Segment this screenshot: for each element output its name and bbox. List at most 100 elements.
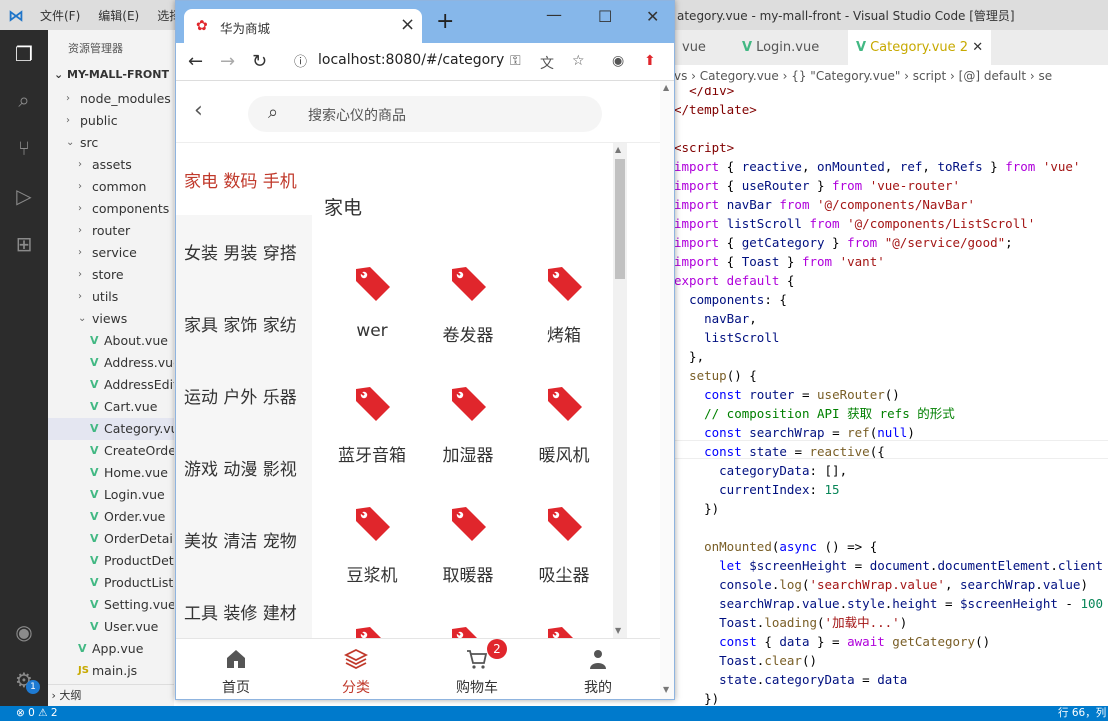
tree-item[interactable]: V Address.vue: [48, 352, 174, 374]
bottom-tab-bar: 首页 分类 2 购物车 我的: [176, 638, 674, 699]
outline-section[interactable]: › 大纲: [48, 684, 174, 706]
tree-item[interactable]: › node_modules: [48, 88, 174, 110]
tree-item[interactable]: › router: [48, 220, 174, 242]
tree-item[interactable]: V CreateOrder.vue: [48, 440, 174, 462]
tab-user[interactable]: 我的: [538, 639, 658, 699]
address-bar[interactable]: localhost:8080/#/category: [318, 52, 504, 68]
tree-item[interactable]: › utils: [48, 286, 174, 308]
tree-item-label: assets: [92, 157, 132, 172]
search-input[interactable]: ⌕ 搜索心仪的商品: [248, 96, 602, 132]
page-scrollbar[interactable]: ▲ ▼: [660, 81, 674, 699]
tree-item[interactable]: V User.vue: [48, 616, 174, 638]
code-editor[interactable]: </div> </template> <script> import { rea…: [674, 87, 1108, 706]
product-item[interactable]: 加湿器: [420, 373, 516, 483]
source-control-icon[interactable]: ⑂: [10, 134, 38, 162]
tree-item[interactable]: V App.vue: [48, 638, 174, 660]
category-item[interactable]: 工具 装修 建材: [176, 575, 312, 647]
category-item[interactable]: 家具 家饰 家纺: [176, 287, 312, 359]
tree-item[interactable]: V ProductList.vue: [48, 572, 174, 594]
search-icon[interactable]: ⌕: [10, 86, 38, 114]
product-item-partial[interactable]: [324, 613, 420, 638]
tab-partial-vue[interactable]: vue: [674, 30, 714, 65]
tree-item[interactable]: ⌄ views: [48, 308, 174, 330]
profile-icon[interactable]: ◉: [612, 53, 624, 69]
product-item-partial[interactable]: [516, 613, 612, 638]
tree-item[interactable]: › public: [48, 110, 174, 132]
problems-status[interactable]: ⊗ 0 ⚠ 2: [16, 706, 58, 721]
tree-item[interactable]: › common: [48, 176, 174, 198]
tree-item[interactable]: V Login.vue: [48, 484, 174, 506]
project-root[interactable]: ⌄ MY-MALL-FRONT: [54, 68, 169, 81]
tab-category-vue[interactable]: V Category.vue 2 ✕: [848, 30, 992, 65]
scroll-up-icon[interactable]: ▲: [615, 145, 621, 154]
tree-item[interactable]: V Cart.vue: [48, 396, 174, 418]
translate-icon[interactable]: 文: [540, 53, 554, 73]
key-icon[interactable]: ⚿: [510, 53, 521, 69]
tree-item[interactable]: V Home.vue: [48, 462, 174, 484]
explorer-icon[interactable]: ❐: [10, 40, 38, 68]
product-item[interactable]: 卷发器: [420, 253, 516, 363]
back-arrow-icon[interactable]: ‹: [194, 98, 203, 123]
forward-icon[interactable]: →: [220, 51, 235, 72]
product-item[interactable]: 暖风机: [516, 373, 612, 483]
tree-item[interactable]: JS main.js: [48, 660, 174, 682]
menu-edit[interactable]: 编辑(E): [98, 7, 139, 24]
tab-home[interactable]: 首页: [176, 639, 296, 699]
tree-item[interactable]: V About.vue: [48, 330, 174, 352]
tree-item[interactable]: › assets: [48, 154, 174, 176]
tree-item-label: components: [92, 201, 170, 216]
run-debug-icon[interactable]: ▷: [10, 182, 38, 210]
scroll-down-icon[interactable]: ▼: [615, 626, 621, 635]
category-item[interactable]: 女装 男装 穿搭: [176, 215, 312, 287]
tree-item[interactable]: V Order.vue: [48, 506, 174, 528]
close-window-icon[interactable]: ✕: [646, 7, 659, 26]
tree-item[interactable]: V OrderDetail.vue: [48, 528, 174, 550]
reload-icon[interactable]: ↻: [252, 51, 267, 72]
product-item[interactable]: 豆浆机: [324, 493, 420, 603]
tree-item[interactable]: › service: [48, 242, 174, 264]
tab-layers[interactable]: 分类: [296, 639, 416, 699]
category-item[interactable]: 家电 数码 手机: [176, 143, 312, 215]
category-item[interactable]: 运动 户外 乐器: [176, 359, 312, 431]
code-line: <script>: [674, 140, 735, 155]
tree-item[interactable]: V Category.vue: [48, 418, 174, 440]
update-icon[interactable]: ⬆: [644, 53, 656, 69]
product-item[interactable]: 蓝牙音箱: [324, 373, 420, 483]
maximize-icon[interactable]: ☐: [598, 7, 612, 26]
extensions-icon[interactable]: ⊞: [10, 230, 38, 258]
minimize-icon[interactable]: —: [546, 5, 562, 24]
breadcrumb[interactable]: vs › Category.vue › {} "Category.vue" › …: [674, 65, 1108, 87]
price-tag-icon: [516, 493, 612, 545]
browser-tab[interactable]: ✿ 华为商城 ×: [184, 9, 422, 43]
tree-item[interactable]: V ProductDetail.vue: [48, 550, 174, 572]
tree-item[interactable]: › components: [48, 198, 174, 220]
new-tab-button[interactable]: +: [436, 9, 454, 34]
category-item[interactable]: 美妆 清洁 宠物: [176, 503, 312, 575]
category-item[interactable]: 游戏 动漫 影视: [176, 431, 312, 503]
tree-item[interactable]: V AddressEdit.vue: [48, 374, 174, 396]
tree-item[interactable]: › store: [48, 264, 174, 286]
product-item-partial[interactable]: [420, 613, 516, 638]
bookmark-star-icon[interactable]: ☆: [572, 53, 585, 69]
category-label: 家具 家饰 家纺: [184, 316, 297, 336]
product-item[interactable]: 烤箱: [516, 253, 612, 363]
menu-file[interactable]: 文件(F): [40, 7, 80, 24]
product-item[interactable]: wer: [324, 253, 420, 363]
account-icon[interactable]: ◉: [10, 618, 38, 646]
back-icon[interactable]: ←: [188, 51, 203, 72]
tab-cart[interactable]: 2 购物车: [417, 639, 537, 699]
cursor-position-status[interactable]: 行 66，列: [1058, 706, 1106, 721]
code-line: setup() {: [689, 368, 757, 383]
scroll-thumb[interactable]: [615, 159, 625, 279]
category-scrollbar[interactable]: ▲ ▼: [613, 143, 627, 638]
tab-login-vue[interactable]: V Login.vue: [734, 30, 827, 65]
tree-item[interactable]: ⌄ src: [48, 132, 174, 154]
close-icon[interactable]: ✕: [972, 40, 983, 55]
close-tab-icon[interactable]: ×: [400, 14, 415, 35]
vue-file-icon: V: [90, 532, 99, 545]
site-info-icon[interactable]: ⓘ: [294, 51, 307, 70]
product-item[interactable]: 吸尘器: [516, 493, 612, 603]
code-line: components: {: [689, 292, 787, 307]
product-item[interactable]: 取暖器: [420, 493, 516, 603]
tree-item[interactable]: V Setting.vue: [48, 594, 174, 616]
